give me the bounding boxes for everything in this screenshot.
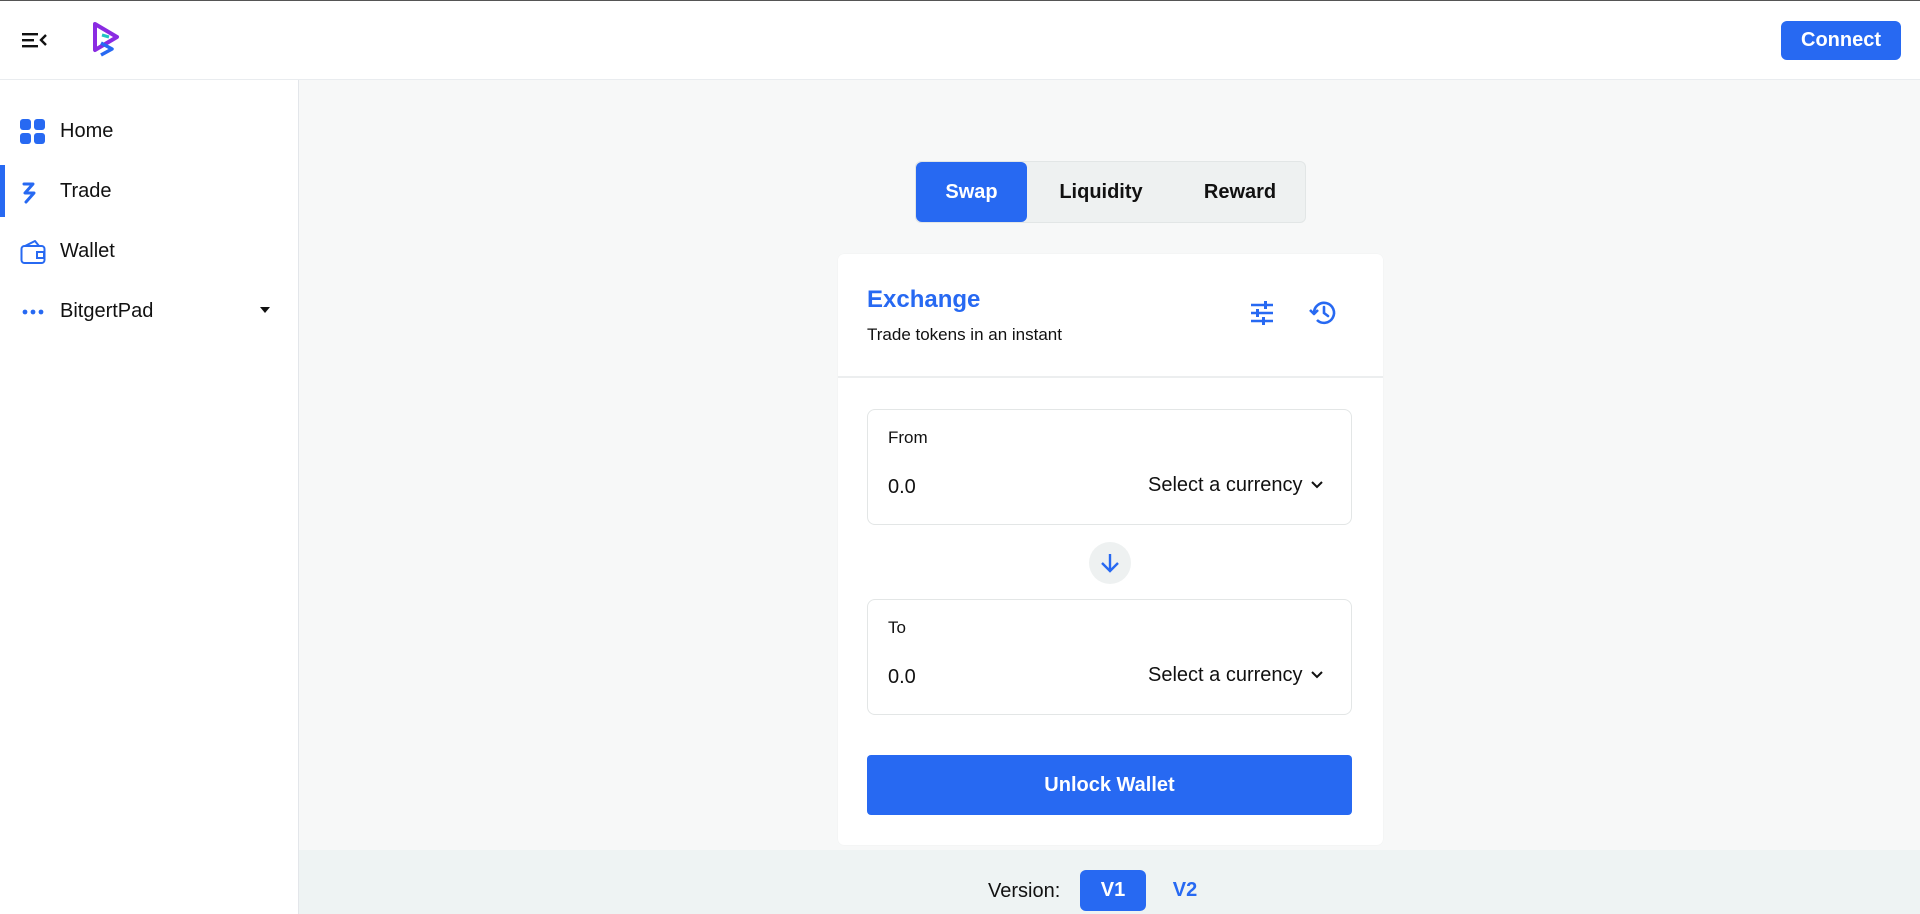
history-icon[interactable]	[1308, 298, 1338, 328]
exchange-subtitle: Trade tokens in an instant	[867, 325, 1062, 344]
sidebar-item-wallet[interactable]: Wallet	[0, 225, 298, 277]
chevron-down-icon	[1310, 671, 1323, 679]
menu-collapse-icon[interactable]	[20, 27, 50, 53]
arrow-down-icon	[1101, 554, 1119, 573]
from-label: From	[888, 428, 928, 447]
top-header: Connect	[0, 1, 1920, 80]
connect-button[interactable]: Connect	[1781, 21, 1901, 60]
more-dots-icon	[20, 299, 46, 325]
settings-sliders-icon[interactable]	[1248, 299, 1276, 327]
sidebar-item-label: BitgertPad	[60, 300, 154, 322]
version-v2-button[interactable]: V2	[1152, 870, 1218, 911]
wallet-icon	[20, 239, 46, 265]
sidebar-item-label: Home	[60, 120, 114, 142]
exchange-card: Exchange Trade tokens in an instant From	[838, 254, 1383, 845]
from-field: From Select a currency	[867, 409, 1352, 525]
version-footer: Version: V1 V2	[299, 850, 1920, 914]
trade-icon	[20, 179, 46, 205]
exchange-title: Exchange	[867, 286, 981, 313]
switch-direction-button[interactable]	[1089, 542, 1131, 584]
version-label: Version:	[988, 880, 1061, 902]
sidebar-item-label: Trade	[60, 180, 112, 202]
caret-down-icon	[260, 307, 270, 313]
trade-tabs: Swap Liquidity Reward	[915, 161, 1306, 223]
brand-logo-icon[interactable]	[92, 21, 120, 57]
tab-reward[interactable]: Reward	[1175, 162, 1305, 222]
currency-select-label: Select a currency	[1148, 473, 1303, 496]
active-indicator	[0, 165, 5, 217]
version-v1-button[interactable]: V1	[1080, 870, 1146, 911]
from-amount-input[interactable]	[888, 472, 1088, 502]
chevron-down-icon	[1310, 481, 1323, 489]
unlock-wallet-button[interactable]: Unlock Wallet	[867, 755, 1352, 815]
currency-select-label: Select a currency	[1148, 663, 1303, 686]
tab-liquidity[interactable]: Liquidity	[1027, 162, 1175, 222]
to-amount-input[interactable]	[888, 662, 1088, 692]
sidebar-item-trade[interactable]: Trade	[0, 165, 298, 217]
sidebar-item-bitgertpad[interactable]: BitgertPad	[0, 285, 298, 337]
sidebar-item-home[interactable]: Home	[0, 105, 298, 157]
sidebar-item-label: Wallet	[60, 240, 115, 262]
exchange-card-header: Exchange Trade tokens in an instant	[838, 254, 1383, 378]
to-field: To Select a currency	[867, 599, 1352, 715]
sidebar: Home Trade Wallet BitgertPad	[0, 80, 299, 914]
tab-swap[interactable]: Swap	[916, 162, 1027, 222]
grid-icon	[20, 119, 46, 145]
to-currency-select[interactable]: Select a currency	[1148, 660, 1323, 690]
to-label: To	[888, 618, 906, 637]
from-currency-select[interactable]: Select a currency	[1148, 470, 1323, 500]
